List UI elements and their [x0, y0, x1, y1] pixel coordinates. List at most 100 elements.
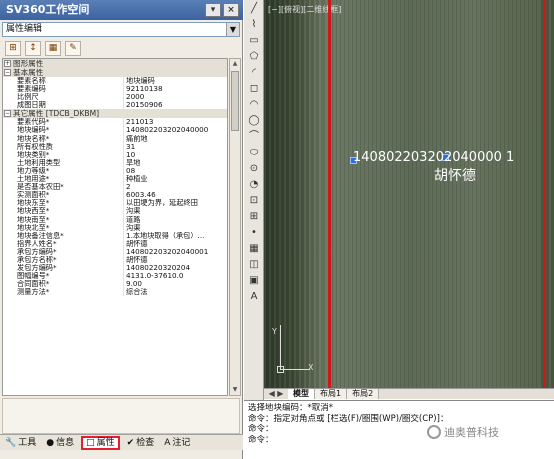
- draw-tool-icon[interactable]: ⌇: [246, 18, 262, 32]
- property-value[interactable]: 14080220320204: [123, 264, 227, 273]
- property-category[interactable]: − 基本属性: [3, 68, 227, 77]
- draw-tool-icon[interactable]: ╱: [246, 2, 262, 16]
- draw-tool-icon[interactable]: ⊞: [246, 210, 262, 224]
- map-viewport[interactable]: [−][俯视][二维线框] 140802203202040000 1 胡怀德 Y…: [264, 0, 554, 388]
- property-row[interactable]: 是否基本农田* 2: [3, 183, 227, 192]
- tab-info[interactable]: ● 信息: [43, 436, 77, 450]
- property-row[interactable]: 土地用途* 种植业: [3, 175, 227, 184]
- property-row[interactable]: 实测面积* 6003.46: [3, 191, 227, 200]
- command-window[interactable]: 选择地块编码：*取消* 命令：指定对角点或 [栏选(F)/圈围(WP)/圈交(CP…: [244, 400, 554, 459]
- draw-tool-icon[interactable]: ◜: [246, 66, 262, 80]
- sort-icon[interactable]: ↕: [25, 40, 41, 56]
- property-row[interactable]: 比例尺 2000: [3, 93, 227, 102]
- property-value[interactable]: 9.00: [123, 280, 227, 289]
- scroll-up-icon[interactable]: ▲: [230, 59, 240, 69]
- draw-tool-icon[interactable]: •: [246, 226, 262, 240]
- property-row[interactable]: 地块东至* 以田埂为界，延起终田: [3, 199, 227, 208]
- draw-tool-icon[interactable]: ▦: [246, 242, 262, 256]
- property-grid-scrollbar[interactable]: ▲ ▼: [229, 58, 241, 396]
- panel-close-button[interactable]: ×: [223, 3, 239, 17]
- property-value[interactable]: 6003.46: [123, 191, 227, 200]
- property-value[interactable]: 胡怀德: [123, 239, 227, 248]
- property-row[interactable]: 要素名称 地块编码: [3, 77, 227, 86]
- parcel-code-label[interactable]: 140802203202040000 1: [353, 150, 514, 165]
- property-value[interactable]: 92110138: [123, 85, 227, 94]
- collapse-minus-icon[interactable]: −: [4, 69, 11, 76]
- layout-tab[interactable]: 布局2: [347, 389, 380, 399]
- layout-tab[interactable]: 模型: [288, 389, 315, 399]
- property-value[interactable]: 痛前地: [123, 134, 227, 143]
- property-row[interactable]: 合同面积* 9.00: [3, 280, 227, 289]
- property-value[interactable]: 以田埂为界，延起终田: [123, 199, 227, 208]
- draw-tool-icon[interactable]: ◫: [246, 258, 262, 272]
- layout-tab[interactable]: 布局1: [315, 389, 348, 399]
- chevron-down-icon[interactable]: ▼: [226, 23, 239, 36]
- property-row[interactable]: 土地利用类型 旱地: [3, 158, 227, 167]
- property-row[interactable]: 地力等级* 08: [3, 166, 227, 176]
- layout-nav-arrows[interactable]: ◀ ▶: [264, 389, 288, 399]
- property-row[interactable]: 地块西至* 沟渠: [3, 207, 227, 216]
- draw-tool-icon[interactable]: ◔: [246, 178, 262, 192]
- property-category[interactable]: + 图形属性: [3, 59, 227, 68]
- property-row[interactable]: 测量方法* 综合法: [3, 288, 227, 297]
- property-row[interactable]: 要素编码 92110138: [3, 85, 227, 94]
- tab-check[interactable]: ✔ 检查: [124, 436, 158, 450]
- property-row[interactable]: 图幅编号* 4131.0-37610.0: [3, 272, 227, 281]
- property-row[interactable]: 地块南至* 道路: [3, 215, 227, 224]
- property-value[interactable]: 2: [123, 183, 227, 192]
- scroll-thumb[interactable]: [231, 71, 239, 131]
- draw-tool-icon[interactable]: ◠: [246, 98, 262, 112]
- property-value[interactable]: 旱地: [123, 158, 227, 167]
- collapse-minus-icon[interactable]: −: [4, 110, 11, 118]
- property-value[interactable]: 140802203202040000: [123, 126, 227, 135]
- draw-tool-icon[interactable]: ⊙: [246, 162, 262, 176]
- draw-tool-icon[interactable]: ◻: [246, 82, 262, 96]
- property-value[interactable]: 胡怀德: [123, 255, 227, 265]
- property-value[interactable]: 道路: [123, 215, 227, 224]
- property-value[interactable]: 31: [123, 142, 227, 151]
- draw-tool-icon[interactable]: ⬭: [246, 146, 262, 160]
- property-category[interactable]: − 其它属性 [TDCB_DKBM]: [3, 109, 227, 119]
- property-row[interactable]: 要素代码* 211013: [3, 118, 227, 127]
- property-value[interactable]: 2000: [123, 93, 227, 102]
- panel-menu-button[interactable]: ▾: [205, 3, 221, 17]
- table-icon[interactable]: ▦: [45, 40, 61, 56]
- owner-name-label[interactable]: 胡怀德: [434, 165, 476, 185]
- property-row[interactable]: 承包方名称* 胡怀德: [3, 255, 227, 265]
- property-row[interactable]: 地块备注信息* 1.本地块取得（承包）...: [3, 231, 227, 240]
- property-value[interactable]: 10: [123, 150, 227, 159]
- property-value[interactable]: 4131.0-37610.0: [123, 272, 227, 281]
- expand-icon[interactable]: ⊞: [5, 40, 21, 56]
- property-value[interactable]: 20150906: [123, 101, 227, 110]
- property-row[interactable]: 地块类别* 10: [3, 150, 227, 159]
- property-value[interactable]: 沟渠: [123, 223, 227, 232]
- draw-tool-icon[interactable]: ⬠: [246, 50, 262, 64]
- scroll-down-icon[interactable]: ▼: [230, 385, 240, 395]
- property-value[interactable]: 140802203202040001: [123, 247, 227, 256]
- tab-annotation[interactable]: A 注记: [161, 436, 193, 450]
- property-row[interactable]: 发包方编码* 14080220320204: [3, 264, 227, 273]
- property-row[interactable]: 承包方编码* 140802203202040001: [3, 247, 227, 256]
- property-row[interactable]: 地块名称* 痛前地: [3, 134, 227, 143]
- property-mode-dropdown[interactable]: 属性编辑 ▼: [2, 22, 240, 37]
- draw-tool-icon[interactable]: ▣: [246, 274, 262, 288]
- draw-tool-icon[interactable]: ▭: [246, 34, 262, 48]
- property-value[interactable]: 08: [123, 166, 227, 176]
- draw-tool-icon[interactable]: ⌒: [246, 130, 262, 144]
- tab-tools[interactable]: 🔧 工具: [2, 436, 39, 450]
- draw-tool-icon[interactable]: ⊡: [246, 194, 262, 208]
- brush-icon[interactable]: ✎: [65, 40, 81, 56]
- property-value[interactable]: 综合法: [123, 288, 227, 297]
- property-value[interactable]: 211013: [123, 118, 227, 127]
- expand-plus-icon[interactable]: +: [4, 60, 11, 67]
- property-value[interactable]: 地块编码: [123, 77, 227, 86]
- property-row[interactable]: 地块编码* 140802203202040000: [3, 126, 227, 135]
- draw-tool-icon[interactable]: ◯: [246, 114, 262, 128]
- property-value[interactable]: 种植业: [123, 175, 227, 184]
- tab-properties[interactable]: □ 属性: [81, 435, 120, 450]
- property-row[interactable]: 指界人姓名* 胡怀德: [3, 239, 227, 248]
- property-row[interactable]: 地块北至* 沟渠: [3, 223, 227, 232]
- property-value[interactable]: 1.本地块取得（承包）...: [123, 231, 227, 240]
- property-row[interactable]: 所有权性质 31: [3, 142, 227, 151]
- property-value[interactable]: 沟渠: [123, 207, 227, 216]
